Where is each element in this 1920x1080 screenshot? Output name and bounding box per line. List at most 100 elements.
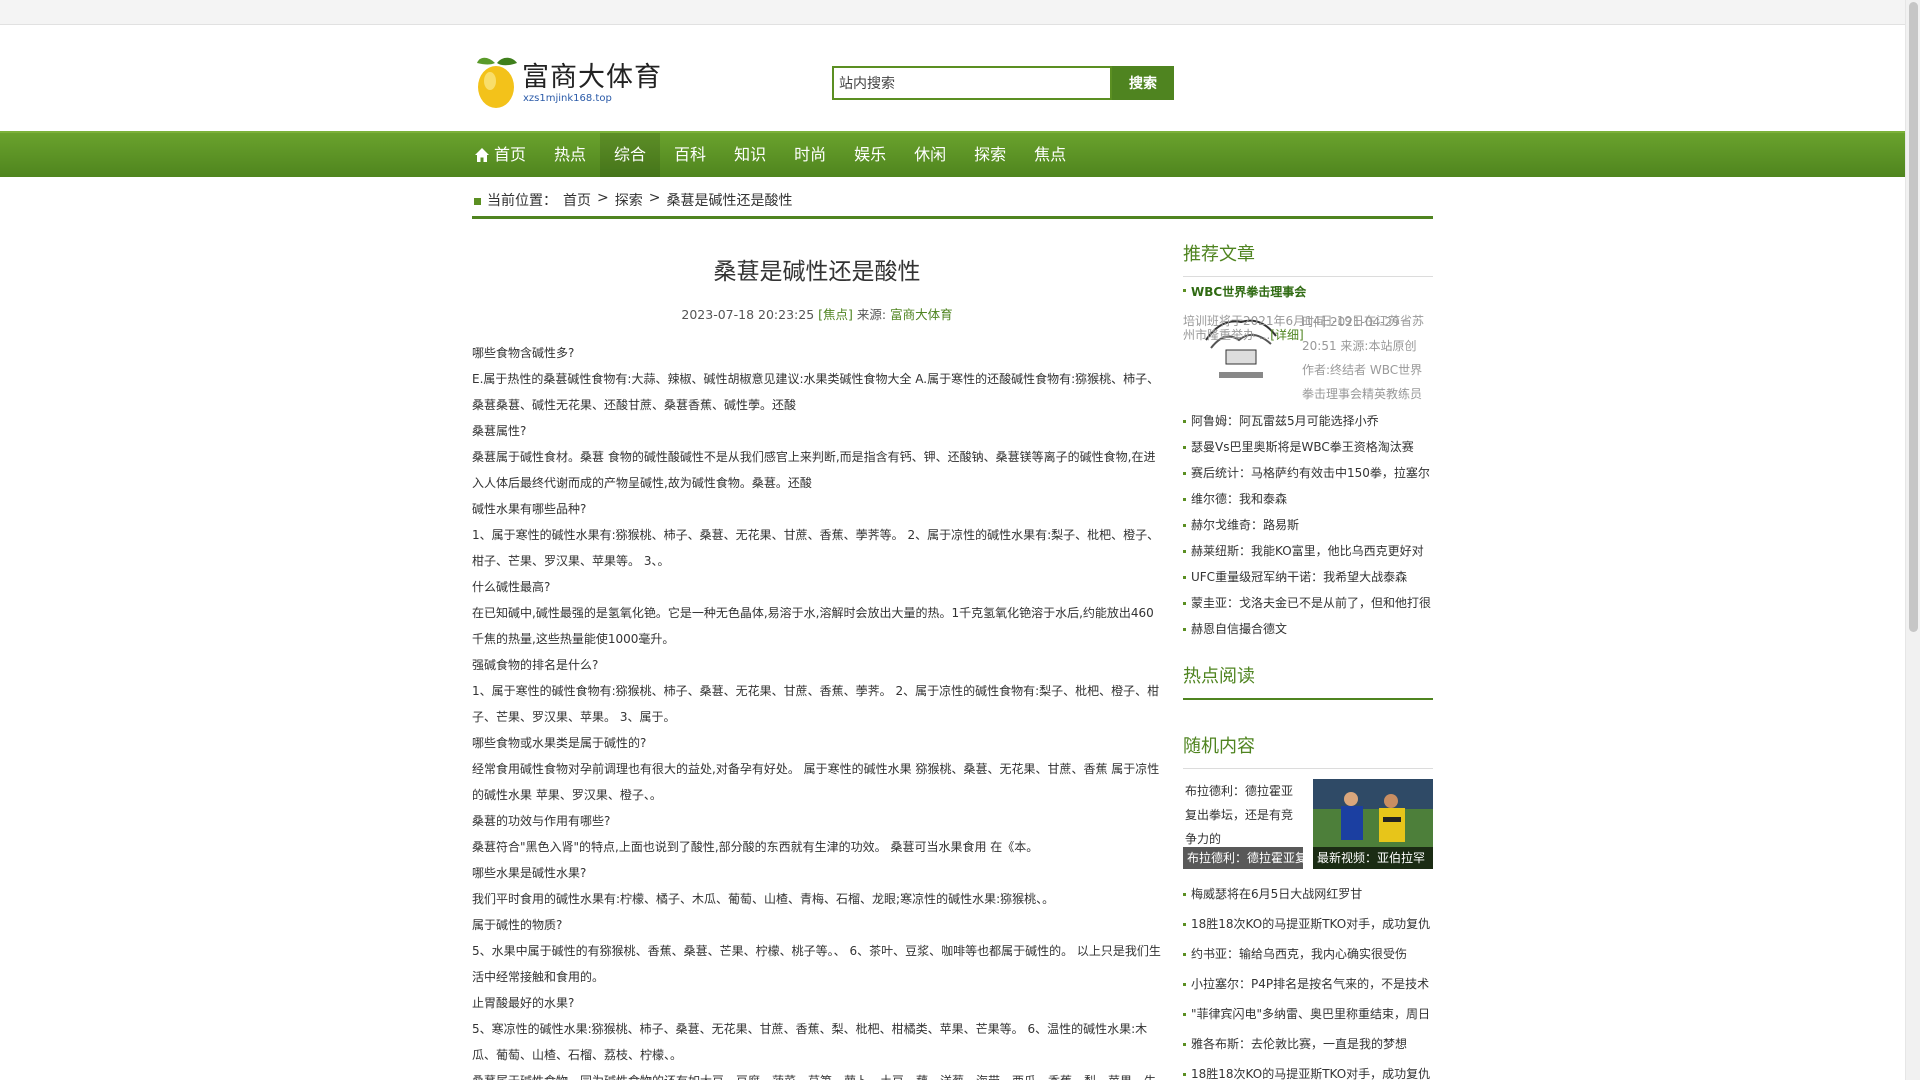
- nav-encyclopedia[interactable]: 百科: [660, 133, 720, 177]
- nav-general[interactable]: 综合: [600, 133, 661, 177]
- bullet-icon: [1183, 983, 1186, 986]
- list-item[interactable]: 小拉塞尔：P4P排名是按名气来的，不是技术: [1183, 969, 1433, 999]
- sidebar: 推荐文章 WBC世界拳击理事会 时间:2021-04-29 20:51 来源:本…: [1183, 240, 1433, 1080]
- nav-focus[interactable]: 焦点: [1020, 133, 1080, 177]
- bullet-icon: [1183, 472, 1186, 475]
- article-paragraph: 经常食用碱性食物对孕前调理也有很大的益处,对备孕有好处。 属于寒性的碱性水果 猕…: [472, 762, 1160, 802]
- list-item[interactable]: 维尔德：我和泰森: [1183, 486, 1433, 512]
- bullet-icon: [1183, 289, 1186, 292]
- bullet-icon: [1183, 953, 1186, 956]
- list-item[interactable]: 梅威瑟将在6月5日大战网红罗甘: [1183, 879, 1433, 909]
- random-pictures: 布拉德利：德拉霍亚复出拳坛，还是有竞争力的 布拉德利：德拉霍亚复 最新视频：亚伯…: [1183, 779, 1433, 871]
- article-paragraph: 桑葚属于碱性食材。桑葚 食物的碱性酸碱性不是从我们感官上来判断,而是指含有钙、钾…: [472, 450, 1156, 490]
- breadcrumb-square-icon: [474, 198, 481, 205]
- list-item[interactable]: 雅各布斯：去伦敦比赛，一直是我的梦想: [1183, 1029, 1433, 1059]
- article-paragraph: 哪些食物或水果类是属于碱性的?: [472, 736, 647, 750]
- breadcrumb-separator: >: [597, 190, 609, 206]
- breadcrumb-home[interactable]: 首页: [563, 190, 591, 210]
- hot-heading: 热点阅读: [1183, 662, 1433, 700]
- recommend-more-link[interactable]: [详细]: [1270, 328, 1303, 342]
- recommend-top-link[interactable]: WBC世界拳击理事会: [1183, 283, 1433, 300]
- home-icon: [475, 148, 489, 162]
- random-pic[interactable]: 布拉德利：德拉霍亚复出拳坛，还是有竞争力的 布拉德利：德拉霍亚复: [1183, 779, 1303, 869]
- article-paragraph: 1、属于寒性的碱性水果有:猕猴桃、柿子、桑葚、无花果、甘蔗、香蕉、荸荠等。 2、…: [472, 528, 1160, 568]
- bullet-icon: [1183, 1013, 1186, 1016]
- article-source-label: 来源:: [856, 307, 887, 322]
- list-item[interactable]: "菲律宾闪电"多纳雷、奥巴里称重结束，周日: [1183, 999, 1433, 1029]
- list-item[interactable]: 蒙圭亚：戈洛夫金已不是从前了，但和他打很: [1183, 590, 1433, 616]
- article-paragraph: 哪些食物含碱性多?: [472, 346, 575, 360]
- list-item[interactable]: 赫莱纽斯：我能KO富里，他比乌西克更好对: [1183, 538, 1433, 564]
- bullet-icon: [1183, 550, 1186, 553]
- bullet-icon: [1183, 1073, 1186, 1076]
- nav-label: 首页: [494, 145, 527, 164]
- article-paragraph: 1、属于寒性的碱性食物有:猕猴桃、柿子、桑葚、无花果、甘蔗、香蕉、荸荠。 2、属…: [472, 684, 1160, 724]
- nav-explore[interactable]: 探索: [960, 133, 1020, 177]
- article-title: 桑葚是碱性还是酸性: [713, 259, 921, 285]
- article-body: 哪些食物含碱性多? E.属于热性的桑葚碱性食物有:大蒜、辣椒、碱性胡椒意见建议:…: [472, 340, 1162, 1080]
- recommend-summary: 培训班将于2021年6月14日-19日在江苏省苏州市隆重举办 ...[详细]: [1183, 314, 1433, 342]
- vertical-scrollbar[interactable]: [1905, 0, 1920, 1080]
- article-paragraph: 桑葚符合"黑色入肾"的特点,上面也说到了酸性,部分酸的东西就有生津的功效。 桑葚…: [472, 840, 1039, 854]
- list-item[interactable]: 18胜18次KO的马提亚斯TKO对手，成功复仇: [1183, 909, 1433, 939]
- article-paragraph: 碱性水果有哪些品种?: [472, 502, 587, 516]
- site-header: 富商大体育 xzs1mjink168.top 搜索: [0, 25, 1905, 131]
- list-item[interactable]: UFC重量级冠军纳干诺：我希望大战泰森: [1183, 564, 1433, 590]
- breadcrumb: 当前位置： 首页 > 探索 > 桑葚是碱性还是酸性: [472, 190, 1433, 219]
- list-item[interactable]: 18胜18次KO的马提亚斯TKO对手，成功复仇: [1183, 1059, 1433, 1080]
- bullet-icon: [1183, 628, 1186, 631]
- nav-hot[interactable]: 热点: [540, 133, 600, 177]
- bullet-icon: [1183, 498, 1186, 501]
- list-item[interactable]: 瑟曼Vs巴里奥斯将是WBC拳王资格淘汰赛: [1183, 434, 1433, 460]
- article-paragraph: 5、水果中属于碱性的有猕猴桃、香蕉、桑葚、芒果、柠檬、桃子等。、 6、茶叶、豆浆…: [472, 944, 1161, 984]
- article-source[interactable]: 富商大体育: [890, 307, 953, 322]
- breadcrumb-current[interactable]: 桑葚是碱性还是酸性: [666, 190, 792, 210]
- article-paragraph: 什么碱性最高?: [472, 580, 551, 594]
- article-paragraph: 在已知碱中,碱性最强的是氢氧化铯。它是一种无色晶体,易溶于水,溶解时会放出大量的…: [472, 606, 1154, 646]
- article-paragraph: 止胃酸最好的水果?: [472, 996, 575, 1010]
- lemon-logo-icon: [477, 57, 517, 108]
- bullet-icon: [1183, 1043, 1186, 1046]
- top-strip: [0, 0, 1905, 25]
- site-title: 富商大体育: [522, 62, 662, 93]
- random-heading: 随机内容: [1183, 732, 1433, 769]
- nav-knowledge[interactable]: 知识: [720, 133, 780, 177]
- nav-fashion[interactable]: 时尚: [780, 133, 840, 177]
- article-paragraph: 桑葚属性?: [472, 424, 527, 438]
- broken-image-alt: 布拉德利：德拉霍亚复出拳坛，还是有竞争力的: [1185, 784, 1294, 846]
- list-item[interactable]: 阿鲁姆：阿瓦雷兹5月可能选择小乔: [1183, 408, 1433, 434]
- list-item[interactable]: 赫恩自信撮合德文: [1183, 616, 1433, 642]
- main-nav: 首页 热点 综合 百科 知识 时尚 娱乐 休闲 探索 焦点: [0, 131, 1905, 177]
- breadcrumb-category[interactable]: 探索: [615, 190, 643, 210]
- bullet-icon: [1183, 602, 1186, 605]
- random-list: 梅威瑟将在6月5日大战网红罗甘 18胜18次KO的马提亚斯TKO对手，成功复仇 …: [1183, 879, 1433, 1080]
- recommend-list: 阿鲁姆：阿瓦雷兹5月可能选择小乔 瑟曼Vs巴里奥斯将是WBC拳王资格淘汰赛 赛后…: [1183, 408, 1433, 642]
- bullet-icon: [1183, 576, 1186, 579]
- article: 桑葚是碱性还是酸性 2023-07-18 20:23:25 [焦点] 来源: 富…: [472, 240, 1162, 1080]
- article-paragraph: 桑葚属于碱性食物。同为碱性食物的还有如大豆、豆腐、菠菜、莴笋、萝卜、土豆、藕、洋…: [472, 1068, 1162, 1080]
- list-item[interactable]: 约书亚：输给乌西克，我内心确实很受伤: [1183, 939, 1433, 969]
- article-paragraph: 桑葚的功效与作用有哪些?: [472, 814, 611, 828]
- article-meta: 2023-07-18 20:23:25 [焦点] 来源: 富商大体育: [472, 304, 1162, 323]
- list-item[interactable]: 赛后统计：马格萨约有效击中150拳，拉塞尔: [1183, 460, 1433, 486]
- search-input[interactable]: [832, 66, 1112, 100]
- nav-leisure[interactable]: 休闲: [900, 133, 960, 177]
- article-tag[interactable]: [焦点]: [818, 307, 853, 322]
- site-logo[interactable]: 富商大体育 xzs1mjink168.top: [473, 53, 693, 113]
- nav-home[interactable]: 首页: [472, 133, 540, 177]
- bullet-icon: [1183, 524, 1186, 527]
- search-button[interactable]: 搜索: [1112, 66, 1174, 100]
- breadcrumb-prefix: 当前位置：: [487, 193, 557, 209]
- bullet-icon: [1183, 893, 1186, 896]
- pic-caption: 布拉德利：德拉霍亚复: [1183, 847, 1303, 869]
- breadcrumb-separator: >: [648, 190, 661, 206]
- random-pic[interactable]: 最新视频：亚伯拉罕: [1313, 779, 1433, 869]
- site-domain: xzs1mjink168.top: [523, 93, 612, 104]
- article-date: 2023-07-18 20:23:25: [681, 307, 815, 322]
- list-item[interactable]: 赫尔戈维奇：路易斯: [1183, 512, 1433, 538]
- nav-entertainment[interactable]: 娱乐: [840, 133, 900, 177]
- scrollbar-thumb[interactable]: [1909, 2, 1918, 632]
- bullet-icon: [1183, 923, 1186, 926]
- article-paragraph: 5、寒凉性的碱性水果:猕猴桃、柿子、桑葚、无花果、甘蔗、香蕉、梨、枇杷、柑橘类、…: [472, 1022, 1148, 1062]
- article-paragraph: E.属于热性的桑葚碱性食物有:大蒜、辣椒、碱性胡椒意见建议:水果类碱性食物大全 …: [472, 372, 1160, 412]
